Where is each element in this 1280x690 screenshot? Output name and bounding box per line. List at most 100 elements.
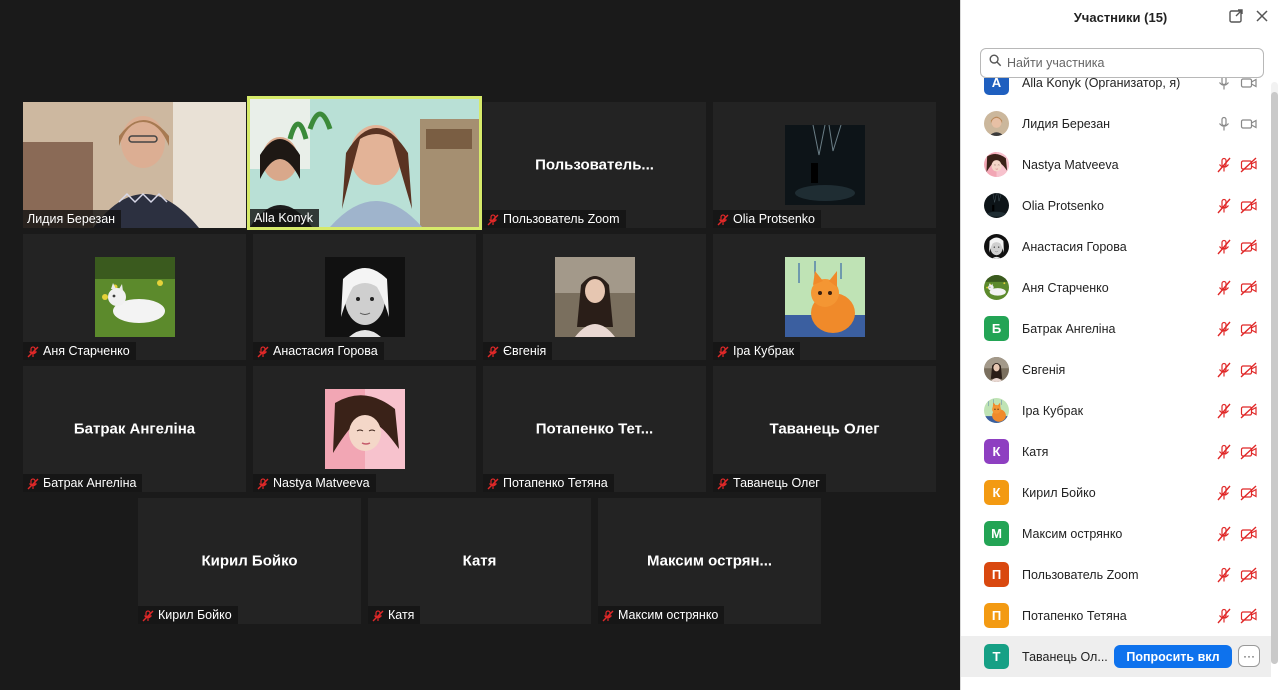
participant-list-scrollbar[interactable] <box>1271 82 1278 664</box>
video-camera-off-icon[interactable] <box>1240 279 1258 296</box>
video-camera-off-icon[interactable] <box>1240 525 1258 542</box>
tile-display-name: Максим острян... <box>646 552 773 570</box>
video-camera-icon[interactable] <box>1240 116 1258 132</box>
participant-row[interactable]: Лидия Березан <box>961 103 1271 144</box>
participant-name: Батрак Ангеліна <box>1022 321 1116 336</box>
tile-name-label: Потапенко Тетяна <box>503 476 608 490</box>
video-camera-off-icon[interactable] <box>1240 238 1258 255</box>
microphone-muted-icon[interactable] <box>1216 444 1232 460</box>
video-tile[interactable]: Nastya Matveeva <box>253 366 476 492</box>
tile-display-name: Пользователь... <box>535 156 654 174</box>
video-tile[interactable]: Катя Катя <box>368 498 591 624</box>
microphone-muted-icon[interactable] <box>1216 567 1232 583</box>
participant-name: Alla Konyk (Организатор, я) <box>1022 78 1181 90</box>
microphone-muted-icon[interactable] <box>1216 321 1232 337</box>
microphone-muted-icon[interactable] <box>1216 280 1232 296</box>
tile-name-tag: Євгенія <box>483 342 553 360</box>
microphone-muted-icon[interactable] <box>1216 403 1232 419</box>
video-tile[interactable]: Потапенко Тет... Потапенко Тетяна <box>483 366 706 492</box>
video-camera-off-icon[interactable] <box>1240 607 1258 624</box>
participant-row[interactable]: Т Таванець Ол... Попросить вкл ··· <box>961 636 1271 677</box>
search-box[interactable] <box>980 48 1264 78</box>
participant-avatar <box>984 193 1009 218</box>
muted-mic-icon <box>717 345 729 358</box>
video-tile[interactable]: Лидия Березан <box>23 102 246 228</box>
tile-name-tag: Пользователь Zoom <box>483 210 626 228</box>
profile-picture <box>554 257 635 337</box>
video-camera-off-icon[interactable] <box>1240 320 1258 337</box>
microphone-muted-icon[interactable] <box>1216 157 1232 173</box>
tile-name-tag: Таванець Олег <box>713 474 826 492</box>
popout-icon[interactable] <box>1228 8 1244 24</box>
tile-name-label: Пользователь Zoom <box>503 212 620 226</box>
video-camera-off-icon[interactable] <box>1240 484 1258 501</box>
video-tile[interactable]: Olia Protsenko <box>713 102 936 228</box>
microphone-muted-icon[interactable] <box>1216 485 1232 501</box>
participant-row[interactable]: Nastya Matveeva <box>961 144 1271 185</box>
video-tile[interactable]: Іра Кубрак <box>713 234 936 360</box>
video-camera-off-icon[interactable] <box>1240 443 1258 460</box>
participant-row[interactable]: Анастасия Горова <box>961 226 1271 267</box>
video-gallery: Лидия Березан Alla Konyk Пользователь... По… <box>0 0 960 690</box>
participant-name: Лидия Березан <box>1022 116 1111 131</box>
participant-avatar <box>984 398 1009 423</box>
microphone-muted-icon[interactable] <box>1216 198 1232 214</box>
participant-row[interactable]: A Alla Konyk (Организатор, я) <box>961 78 1271 103</box>
video-tile[interactable]: Батрак Ангеліна Батрак Ангеліна <box>23 366 246 492</box>
profile-picture <box>784 125 865 205</box>
participant-row[interactable]: К Кирил Бойко <box>961 472 1271 513</box>
microphone-muted-icon[interactable] <box>1216 362 1232 378</box>
video-camera-off-icon[interactable] <box>1240 402 1258 419</box>
scrollbar-thumb[interactable] <box>1271 92 1278 664</box>
participant-name: Аня Старченко <box>1022 280 1109 295</box>
video-tile[interactable]: Аня Старченко <box>23 234 246 360</box>
video-camera-off-icon[interactable] <box>1240 361 1258 378</box>
participant-row[interactable]: П Потапенко Тетяна <box>961 595 1271 636</box>
participant-row[interactable]: Б Батрак Ангеліна <box>961 308 1271 349</box>
muted-mic-icon <box>257 345 269 358</box>
video-camera-off-icon[interactable] <box>1240 197 1258 214</box>
tile-name-label: Максим острянко <box>618 608 719 622</box>
video-tile[interactable]: Пользователь... Пользователь Zoom <box>483 102 706 228</box>
video-camera-icon[interactable] <box>1240 78 1258 91</box>
video-tile[interactable]: Таванець Олег Таванець Олег <box>713 366 936 492</box>
search-input[interactable] <box>1007 56 1247 70</box>
muted-mic-icon <box>27 345 39 358</box>
tile-name-tag: Анастасия Горова <box>253 342 384 360</box>
more-options-button[interactable]: ··· <box>1238 645 1260 667</box>
participant-avatar <box>984 234 1009 259</box>
participant-row[interactable]: Євгенія <box>961 349 1271 390</box>
search-icon <box>989 54 1002 72</box>
microphone-icon[interactable] <box>1216 78 1232 91</box>
video-tile[interactable]: Кирил Бойко Кирил Бойко <box>138 498 361 624</box>
tile-name-tag: Кирил Бойко <box>138 606 238 624</box>
microphone-icon[interactable] <box>1216 116 1232 132</box>
video-tile[interactable]: Alla Konyk <box>247 96 482 230</box>
participant-avatar <box>984 152 1009 177</box>
participant-row[interactable]: М Максим острянко <box>961 513 1271 554</box>
tile-name-tag: Аня Старченко <box>23 342 136 360</box>
participant-row[interactable]: Аня Старченко <box>961 267 1271 308</box>
participant-row[interactable]: Іра Кубрак <box>961 390 1271 431</box>
video-tile[interactable]: Євгенія <box>483 234 706 360</box>
tile-name-tag: Лидия Березан <box>23 210 122 228</box>
microphone-muted-icon[interactable] <box>1216 526 1232 542</box>
close-icon[interactable] <box>1254 8 1270 24</box>
participant-avatar <box>984 357 1009 382</box>
participant-row[interactable]: К Катя <box>961 431 1271 472</box>
muted-mic-icon <box>717 477 729 490</box>
participant-row[interactable]: Olia Protsenko <box>961 185 1271 226</box>
participant-name: Потапенко Тетяна <box>1022 608 1127 623</box>
tile-name-label: Іра Кубрак <box>733 344 795 358</box>
microphone-muted-icon[interactable] <box>1216 608 1232 624</box>
tile-display-name: Таванець Олег <box>769 420 880 438</box>
microphone-muted-icon[interactable] <box>1216 239 1232 255</box>
video-camera-off-icon[interactable] <box>1240 156 1258 173</box>
participant-row[interactable]: П Пользователь Zoom <box>961 554 1271 595</box>
video-camera-off-icon[interactable] <box>1240 566 1258 583</box>
tile-name-tag: Батрак Ангеліна <box>23 474 143 492</box>
video-tile[interactable]: Максим острян... Максим острянко <box>598 498 821 624</box>
video-tile[interactable]: Анастасия Горова <box>253 234 476 360</box>
ask-to-unmute-button[interactable]: Попросить вкл <box>1114 645 1232 668</box>
participant-avatar: К <box>984 439 1009 464</box>
